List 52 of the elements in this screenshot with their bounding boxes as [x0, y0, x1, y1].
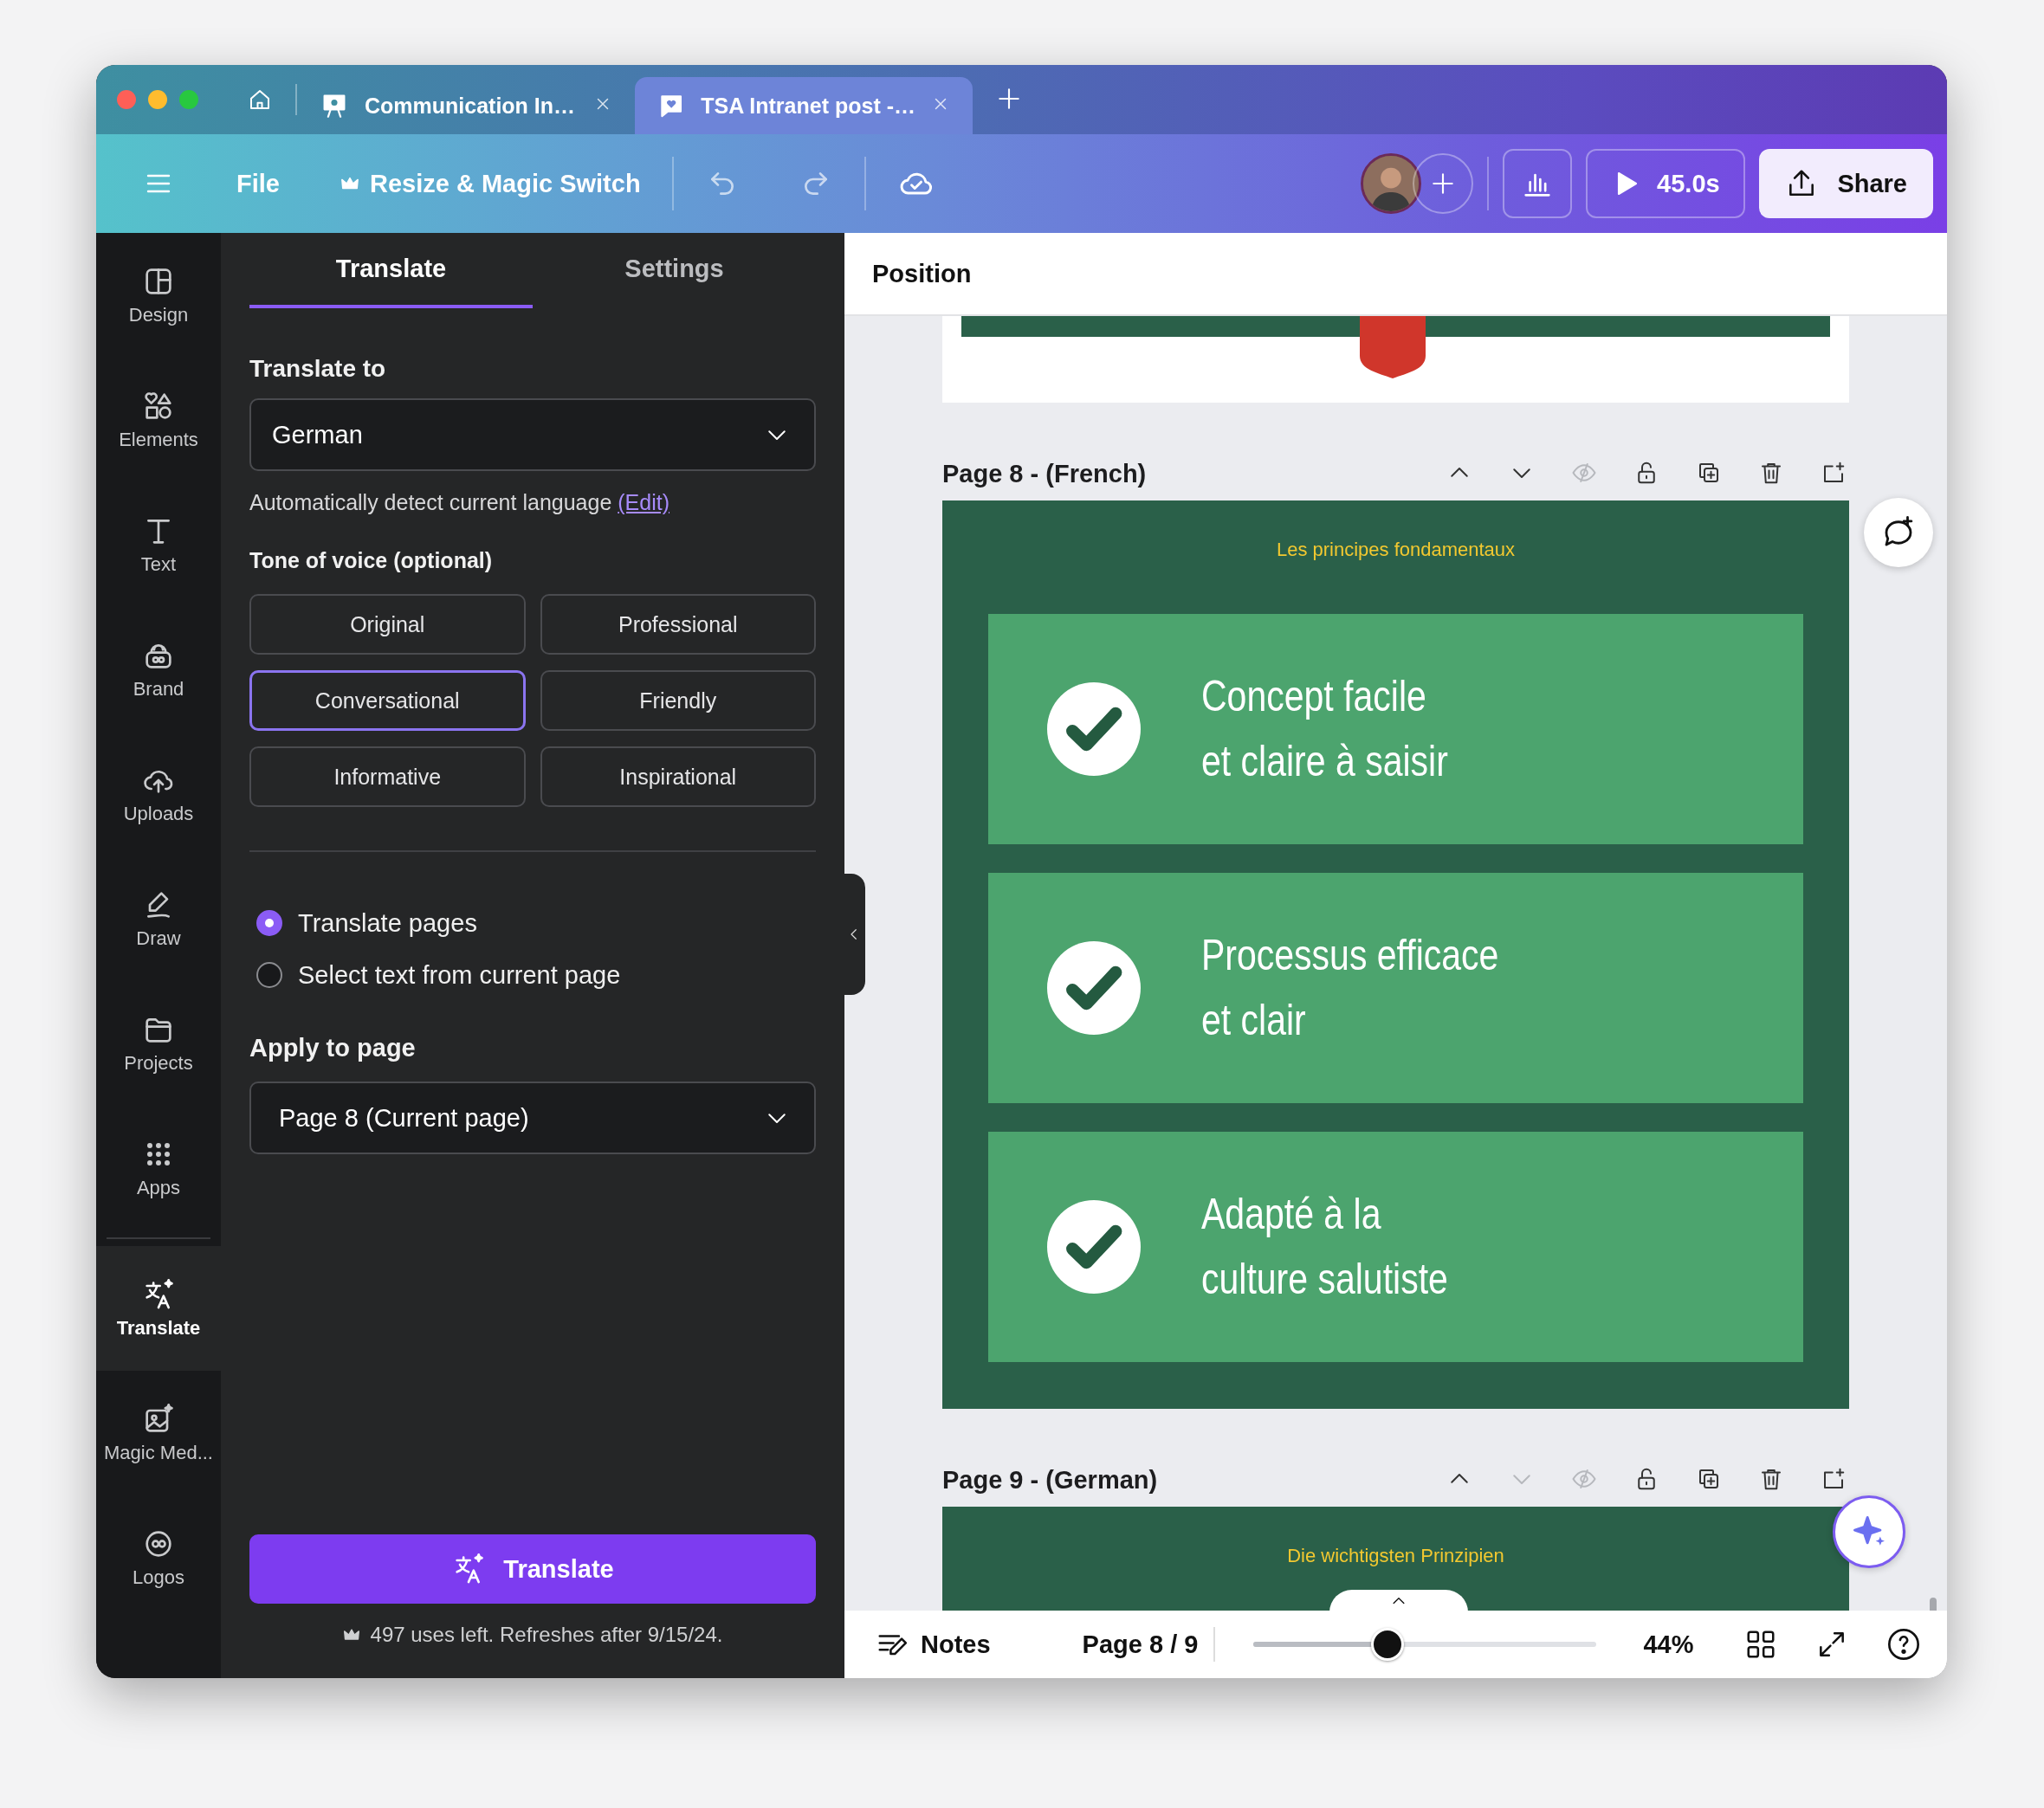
- tone-option[interactable]: Friendly: [540, 670, 816, 731]
- tone-option[interactable]: Inspirational: [540, 746, 816, 807]
- detect-language-text: Automatically detect current language (Edit): [249, 490, 670, 515]
- page-counter[interactable]: Page 8 / 9: [1082, 1630, 1199, 1659]
- field-label: Tone of voice (optional): [249, 548, 494, 573]
- tone-option[interactable]: Professional: [540, 594, 816, 655]
- sidebar-item[interactable]: Translate: [96, 1246, 221, 1371]
- slide-point-text: Adapté à la culture salutiste: [1201, 1189, 1448, 1305]
- check-circle-icon: [1047, 941, 1141, 1035]
- magic-button[interactable]: [1833, 1495, 1905, 1568]
- slide-heading: Les principes fondamentaux: [1275, 539, 1517, 562]
- tab-title: Communication In…: [365, 93, 576, 119]
- browser-tab[interactable]: Communication In…: [297, 77, 635, 134]
- usage-note: 497 uses left. Refreshes after 9/15/24.: [370, 1623, 723, 1647]
- panel-tab[interactable]: Translate: [249, 233, 533, 308]
- tab-title: TSA Intranet post -…: [701, 93, 915, 119]
- comment-button[interactable]: [1864, 498, 1933, 567]
- radio-button[interactable]: [256, 910, 282, 936]
- browser-tab[interactable]: TSA Intranet post -…: [635, 77, 973, 134]
- help-icon: [1886, 1627, 1921, 1662]
- slide-point-text: Processus efficace et clair: [1201, 930, 1499, 1046]
- position-label: Position: [844, 233, 1947, 316]
- zoom-percent: 44%: [1643, 1630, 1694, 1659]
- present-button[interactable]: 45.0s: [1586, 149, 1746, 218]
- radio-label[interactable]: Select text from current page: [298, 960, 621, 990]
- slide-heading: Die wichtigsten Prinzipien: [1286, 1545, 1505, 1568]
- slider-thumb[interactable]: [1370, 1628, 1404, 1661]
- translate-button[interactable]: Translate: [249, 1534, 816, 1604]
- tone-option[interactable]: Conversational: [249, 670, 526, 731]
- slide-point-text: Concept facile et claire à saisir: [1201, 671, 1448, 787]
- grid-view-button[interactable]: [1744, 1628, 1777, 1661]
- insights-button[interactable]: [1503, 149, 1573, 218]
- check-circle-icon: [1047, 682, 1141, 776]
- check-circle-icon: [1047, 1200, 1141, 1294]
- share-button[interactable]: Share: [1759, 149, 1933, 218]
- radio-label[interactable]: Translate pages: [298, 908, 477, 938]
- page-title: Page 9 - (German): [942, 1466, 1158, 1495]
- panel-tab[interactable]: Settings: [533, 233, 816, 308]
- grid-icon: [1744, 1628, 1777, 1661]
- tone-option[interactable]: Original: [249, 594, 526, 655]
- tone-option[interactable]: Informative: [249, 746, 526, 807]
- field-label: Translate to: [249, 355, 387, 383]
- page-title: Page 8 - (French): [942, 460, 1147, 488]
- collapse-panel-button[interactable]: [843, 874, 865, 995]
- language-dropdown[interactable]: German: [249, 398, 816, 471]
- field-label: Apply to page: [249, 1034, 417, 1062]
- page-dropdown[interactable]: Page 8 (Current page): [249, 1082, 816, 1154]
- radio-button[interactable]: [256, 962, 282, 988]
- help-button[interactable]: [1886, 1627, 1921, 1662]
- notes-button[interactable]: Notes: [870, 1627, 996, 1662]
- edit-link[interactable]: (Edit): [618, 490, 669, 514]
- add-collaborator-button[interactable]: [1413, 153, 1474, 214]
